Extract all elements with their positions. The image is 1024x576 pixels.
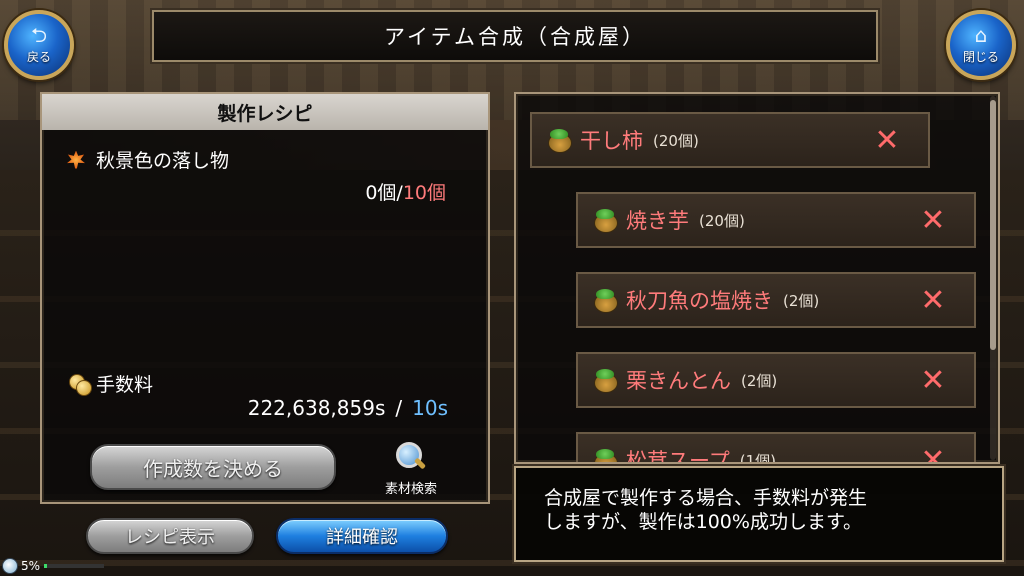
material-qty: (2個) bbox=[741, 371, 778, 390]
download-progress: 5% bbox=[2, 556, 122, 576]
fee-label: 手数料 bbox=[96, 374, 154, 396]
count-have: 0個 bbox=[365, 182, 397, 204]
material-search-label: 素材検索 bbox=[384, 482, 437, 497]
material-search-button[interactable]: 素材検索 bbox=[368, 440, 454, 498]
item-count: 0個/10個 bbox=[365, 178, 446, 205]
material-qty: (1個) bbox=[739, 451, 776, 464]
material-name: 干し柿 bbox=[580, 129, 643, 153]
remove-icon[interactable]: ✕ bbox=[918, 366, 948, 396]
frog-pot-icon bbox=[546, 127, 572, 153]
frog-pot-icon bbox=[592, 447, 618, 462]
title-bar: アイテム合成（合成屋） bbox=[150, 8, 880, 64]
material-qty: (2個) bbox=[783, 291, 820, 310]
maple-leaf-icon bbox=[64, 148, 88, 172]
info-line-1: 合成屋で製作する場合、手数料が発生 bbox=[544, 487, 868, 509]
remove-icon[interactable]: ✕ bbox=[872, 126, 902, 156]
fee-row: 手数料 bbox=[68, 370, 153, 397]
progress-bar bbox=[44, 564, 105, 568]
recipe-header: 製作レシピ bbox=[42, 94, 488, 130]
progress-text: 5% bbox=[21, 559, 41, 573]
materials-list: 干し柿 (20個) ✕ 焼き芋 (20個) ✕ 秋刀魚の塩焼き (2個) ✕ 栗… bbox=[514, 92, 1000, 464]
material-name: 松茸スープ bbox=[626, 449, 730, 464]
back-button[interactable]: ⮌ 戻る bbox=[4, 10, 74, 80]
remove-icon[interactable]: ✕ bbox=[918, 446, 948, 463]
magnifier-icon bbox=[394, 440, 428, 474]
fee-separator: / bbox=[395, 396, 403, 420]
remove-icon[interactable]: ✕ bbox=[918, 286, 948, 316]
material-qty: (20個) bbox=[653, 131, 699, 150]
frog-pot-icon bbox=[592, 287, 618, 313]
list-scrollbar-thumb[interactable] bbox=[990, 100, 996, 350]
detail-check-button[interactable]: 詳細確認 bbox=[276, 518, 448, 554]
decide-quantity-button[interactable]: 作成数を決める bbox=[90, 444, 336, 490]
fee-time: 10s bbox=[412, 396, 448, 420]
progress-fill bbox=[44, 564, 48, 568]
info-line-2: しますが、製作は100%成功します。 bbox=[544, 511, 863, 533]
count-need: 10個 bbox=[402, 182, 446, 204]
progress-icon bbox=[2, 558, 18, 574]
material-name: 栗きんとん bbox=[626, 369, 731, 393]
back-label: 戻る bbox=[26, 50, 51, 64]
remove-icon[interactable]: ✕ bbox=[918, 206, 948, 236]
list-item[interactable]: 栗きんとん (2個) ✕ bbox=[576, 352, 976, 408]
material-name: 焼き芋 bbox=[626, 209, 689, 233]
list-item[interactable]: 松茸スープ (1個) ✕ bbox=[576, 432, 976, 464]
frog-pot-icon bbox=[592, 207, 618, 233]
info-message-box: 合成屋で製作する場合、手数料が発生 しますが、製作は100%成功します。 bbox=[512, 464, 1006, 564]
target-item: 秋景色の落し物 bbox=[64, 146, 229, 173]
recipe-view-button[interactable]: レシピ表示 bbox=[86, 518, 254, 554]
material-name: 秋刀魚の塩焼き bbox=[626, 289, 773, 313]
list-item[interactable]: 秋刀魚の塩焼き (2個) ✕ bbox=[576, 272, 976, 328]
list-item[interactable]: 干し柿 (20個) ✕ bbox=[530, 112, 930, 168]
list-item[interactable]: 焼き芋 (20個) ✕ bbox=[576, 192, 976, 248]
house-icon: ⌂ bbox=[974, 23, 988, 47]
frog-pot-icon bbox=[592, 367, 618, 393]
close-label: 閉じる bbox=[962, 50, 999, 64]
target-item-name: 秋景色の落し物 bbox=[96, 150, 230, 172]
fee-amount: 222,638,859s bbox=[247, 396, 386, 420]
coin-icon bbox=[68, 372, 92, 396]
recipe-header-label: 製作レシピ bbox=[217, 102, 313, 125]
page-title: アイテム合成（合成屋） bbox=[384, 25, 646, 49]
return-arrow-icon: ⮌ bbox=[30, 23, 48, 47]
material-qty: (20個) bbox=[699, 211, 745, 230]
fee-values: 222,638,859s / 10s bbox=[248, 396, 448, 420]
close-button[interactable]: ⌂ 閉じる bbox=[946, 10, 1016, 80]
recipe-panel: 製作レシピ 秋景色の落し物 0個/10個 手数料 222,638,859s / … bbox=[40, 92, 490, 504]
